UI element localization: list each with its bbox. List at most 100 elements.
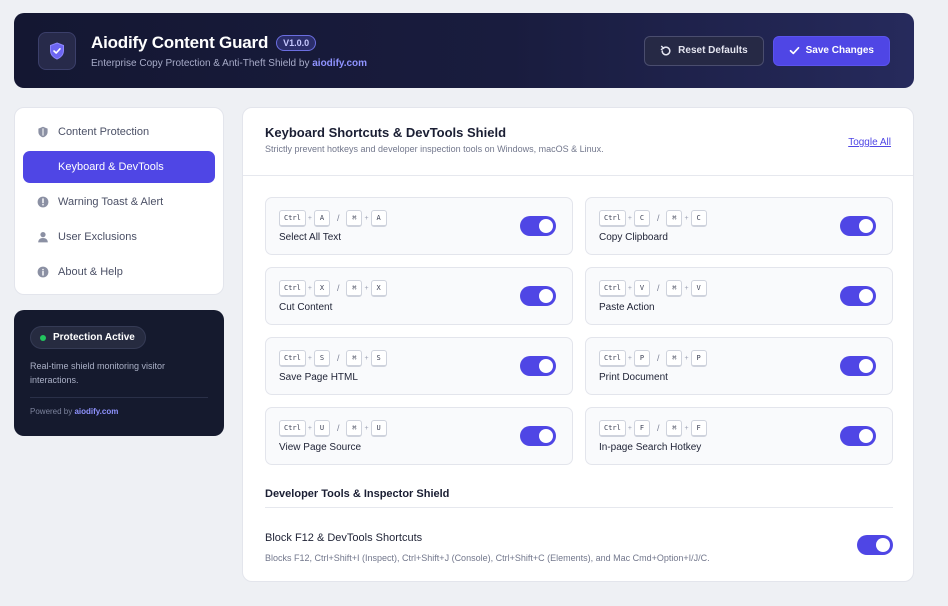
shortcut-card-print: Ctrl + P / ⌘ + P Print Document — [585, 337, 893, 395]
toggle-switch-select-all[interactable] — [520, 216, 556, 236]
info-icon — [37, 266, 49, 278]
aiodify-link[interactable]: aiodify.com — [312, 58, 367, 69]
shield-icon — [37, 126, 49, 138]
sidebar-item-label: Content Protection — [58, 126, 150, 138]
key-combo: Ctrl + F / ⌘ + F — [599, 419, 879, 437]
key-combo: Ctrl + S / ⌘ + S — [279, 349, 559, 367]
key-combo: Ctrl + U / ⌘ + U — [279, 419, 559, 437]
reset-defaults-button[interactable]: Reset Defaults — [644, 35, 764, 66]
save-changes-button[interactable]: Save Changes — [772, 35, 890, 66]
key-cap: S — [370, 349, 387, 367]
toggle-switch-cut[interactable] — [520, 286, 556, 306]
sidebar-item-user-exclusions[interactable]: User Exclusions — [23, 221, 215, 253]
devtools-setting-row: Block F12 & DevTools Shortcuts Blocks F1… — [265, 532, 893, 572]
key-cap: Ctrl — [599, 279, 626, 297]
toggle-switch-view-source[interactable] — [520, 426, 556, 446]
shortcut-label: Copy Clipboard — [599, 232, 668, 243]
key-cap: Ctrl — [279, 209, 306, 227]
plus-sign: + — [364, 214, 369, 222]
brand: Aiodify Content Guard V1.0.0 Enterprise … — [91, 33, 367, 69]
reset-icon — [660, 45, 671, 55]
powered-by-text: Powered by — [30, 407, 75, 416]
toggle-switch-paste[interactable] — [840, 286, 876, 306]
key-cap: F — [633, 419, 650, 437]
reset-defaults-label: Reset Defaults — [678, 45, 748, 56]
shortcut-card-search: Ctrl + F / ⌘ + F In-page Search Hotkey — [585, 407, 893, 465]
key-cap: Ctrl — [599, 349, 626, 367]
sidebar-item-label: Warning Toast & Alert — [58, 196, 164, 208]
sidebar-item-label: User Exclusions — [58, 231, 137, 243]
key-cap: Ctrl — [279, 419, 306, 437]
shield-check-icon — [50, 41, 64, 60]
toggle-switch-print[interactable] — [840, 356, 876, 376]
toggle-all-link[interactable]: Toggle All — [848, 137, 891, 148]
plus-sign: + — [364, 354, 369, 362]
plus-sign: + — [307, 424, 312, 432]
sidebar-item-content-protection[interactable]: Content Protection — [23, 116, 215, 148]
app-subtitle-text: Enterprise Copy Protection & Anti-Theft … — [91, 57, 313, 69]
sidebar-item-label: About & Help — [58, 266, 123, 278]
shortcut-label: Cut Content — [279, 302, 333, 313]
sidebar-item-about-help[interactable]: About & Help — [23, 256, 215, 288]
header-actions: Reset Defaults Save Changes — [644, 35, 890, 66]
plus-sign: + — [684, 214, 689, 222]
key-cap: ⌘ — [666, 209, 683, 227]
plus-sign: + — [627, 424, 632, 432]
key-cap: F — [690, 419, 707, 437]
key-cap: V — [690, 279, 707, 297]
key-cap: U — [370, 419, 387, 437]
separator: / — [336, 423, 340, 433]
shortcut-card-paste: Ctrl + V / ⌘ + V Paste Action — [585, 267, 893, 325]
key-cap: ⌘ — [666, 419, 683, 437]
key-cap: Ctrl — [599, 209, 626, 227]
key-cap: ⌘ — [346, 419, 363, 437]
panel-header: Keyboard Shortcuts & DevTools Shield Str… — [243, 108, 913, 176]
powered-by-link[interactable]: aiodify.com — [74, 407, 118, 416]
powered-by: Powered by aiodify.com — [30, 407, 208, 416]
key-cap: U — [313, 419, 330, 437]
status-badge: Protection Active — [30, 326, 146, 349]
shortcut-label: Save Page HTML — [279, 372, 358, 383]
key-cap: C — [690, 209, 707, 227]
key-cap: ⌘ — [346, 279, 363, 297]
sidebar-item-keyboard-devtools[interactable]: Keyboard & DevTools — [23, 151, 215, 183]
plus-sign: + — [627, 284, 632, 292]
key-cap: X — [313, 279, 330, 297]
devtools-setting-label: Block F12 & DevTools Shortcuts — [265, 532, 423, 544]
divider — [30, 397, 208, 398]
toggle-switch-search[interactable] — [840, 426, 876, 446]
key-cap: P — [690, 349, 707, 367]
key-cap: X — [370, 279, 387, 297]
shortcut-label: View Page Source — [279, 442, 362, 453]
toggle-switch-save[interactable] — [520, 356, 556, 376]
shortcut-card-view-source: Ctrl + U / ⌘ + U View Page Source — [265, 407, 573, 465]
separator: / — [336, 213, 340, 223]
shortcut-card-cut: Ctrl + X / ⌘ + X Cut Content — [265, 267, 573, 325]
sidebar-nav: Content Protection Keyboard & DevTools W… — [14, 107, 224, 295]
shortcut-card-save: Ctrl + S / ⌘ + S Save Page HTML — [265, 337, 573, 395]
save-changes-label: Save Changes — [805, 45, 874, 56]
key-cap: Ctrl — [599, 419, 626, 437]
alert-circle-icon — [37, 196, 49, 208]
key-cap: ⌘ — [666, 279, 683, 297]
separator: / — [656, 213, 660, 223]
toggle-switch-copy[interactable] — [840, 216, 876, 236]
plus-sign: + — [627, 354, 632, 362]
separator: / — [336, 283, 340, 293]
plus-sign: + — [684, 354, 689, 362]
key-cap: V — [633, 279, 650, 297]
app-subtitle: Enterprise Copy Protection & Anti-Theft … — [91, 58, 367, 69]
key-cap: Ctrl — [279, 349, 306, 367]
sidebar-item-warning-toast[interactable]: Warning Toast & Alert — [23, 186, 215, 218]
page-title: Keyboard Shortcuts & DevTools Shield — [265, 125, 507, 140]
check-icon — [789, 46, 799, 55]
key-cap: ⌘ — [346, 209, 363, 227]
version-badge: V1.0.0 — [276, 34, 317, 51]
page-subtitle: Strictly prevent hotkeys and developer i… — [265, 144, 604, 154]
toggle-switch-devtools[interactable] — [857, 535, 893, 555]
key-cap: P — [633, 349, 650, 367]
plus-sign: + — [307, 354, 312, 362]
key-cap: Ctrl — [279, 279, 306, 297]
plus-sign: + — [307, 284, 312, 292]
plus-sign: + — [307, 214, 312, 222]
